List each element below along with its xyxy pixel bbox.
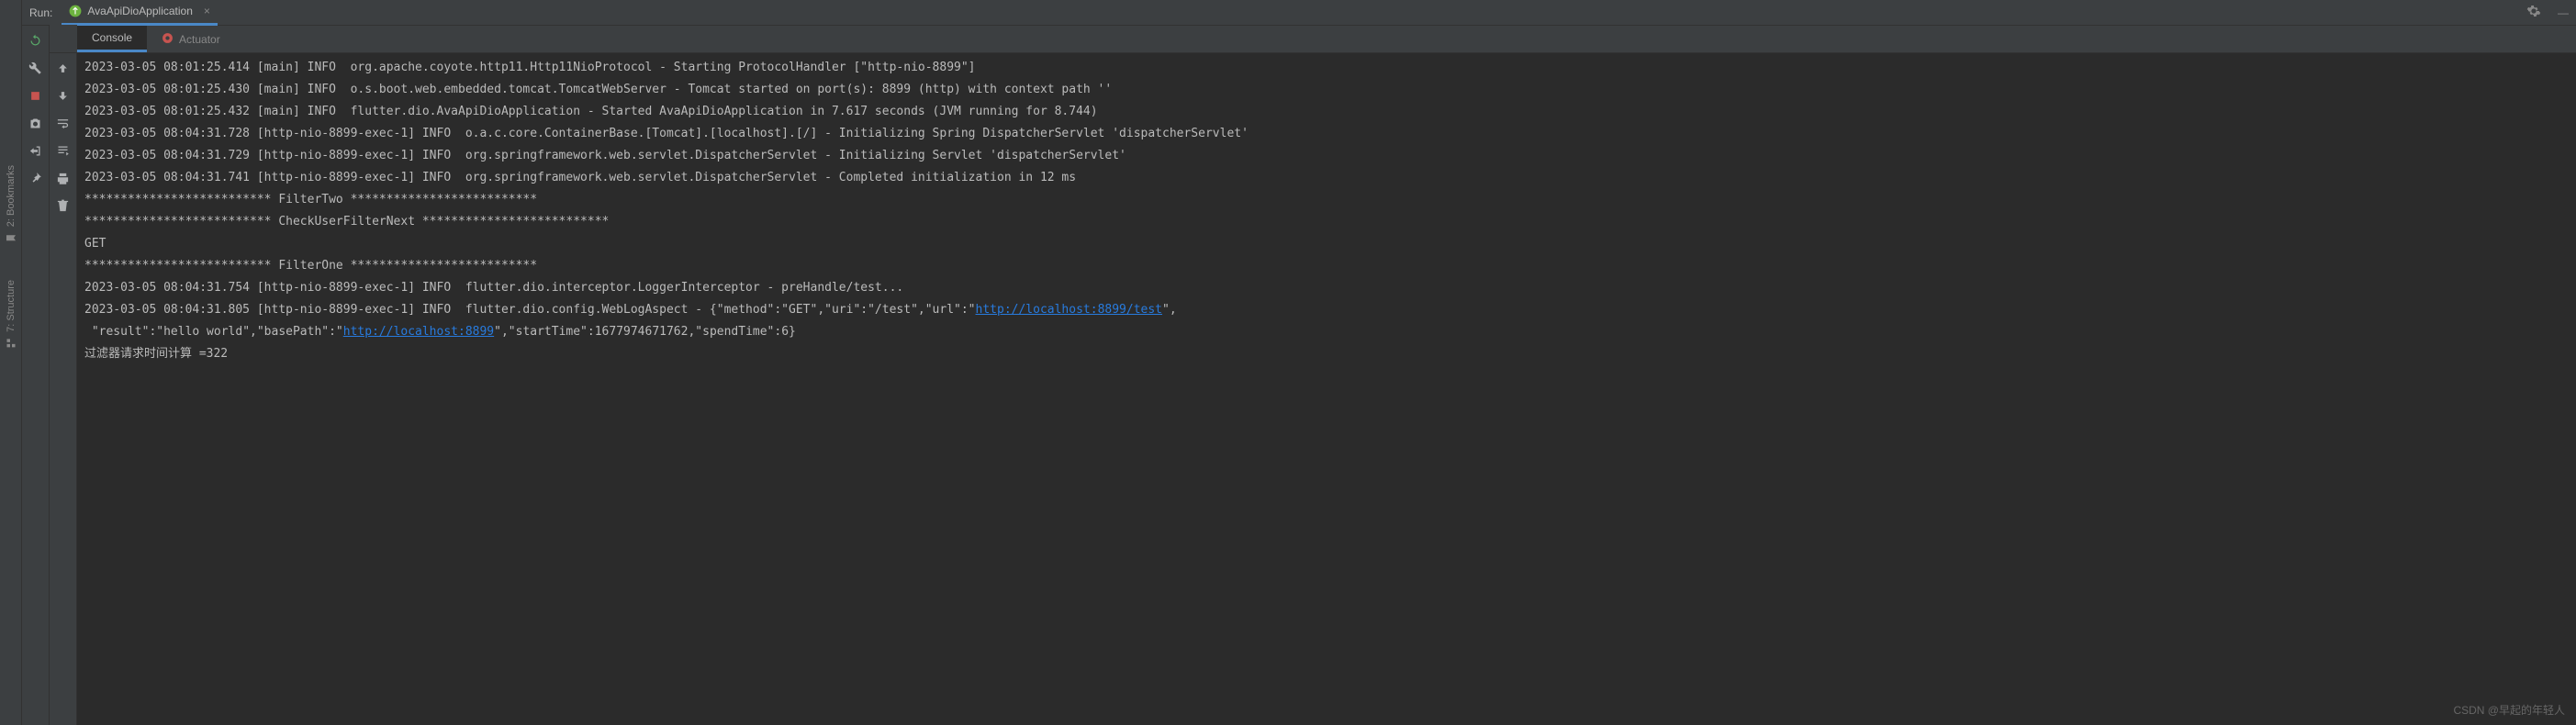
structure-label: 7: Structure [6,280,17,332]
bookmark-icon [6,232,17,243]
clear-icon[interactable] [56,198,71,213]
tab-actuator[interactable]: Actuator [147,27,235,52]
console-line: "result":"hello world","basePath":"http:… [84,321,2569,343]
structure-tool[interactable]: 7: Structure [6,280,17,349]
run-config-tab[interactable]: AvaApiDioApplication × [62,0,218,26]
console-line: GET [84,233,2569,255]
run-tabs: Console Actuator [50,26,2576,53]
tab-console-label: Console [92,31,132,44]
console-toolbar [50,53,77,725]
print-icon[interactable] [56,171,71,185]
wrench-icon[interactable] [28,61,43,75]
stop-icon[interactable] [28,88,43,103]
tab-console[interactable]: Console [77,26,147,52]
run-toolbar [22,26,50,725]
run-label: Run: [29,6,52,19]
gear-icon[interactable] [2526,4,2541,21]
watermark: CSDN @早起的年轻人 [2453,702,2565,718]
up-icon[interactable] [56,61,71,75]
console-line: 2023-03-05 08:04:31.741 [http-nio-8899-e… [84,167,2569,189]
exit-icon[interactable] [28,143,43,158]
config-name: AvaApiDioApplication [87,5,193,17]
console-line: 过滤器请求时间计算 =322 [84,343,2569,365]
run-header: Run: AvaApiDioApplication × — [22,0,2576,26]
console-line: ************************** CheckUserFilt… [84,211,2569,233]
console-line: 2023-03-05 08:04:31.729 [http-nio-8899-e… [84,145,2569,167]
console-line: 2023-03-05 08:04:31.754 [http-nio-8899-e… [84,277,2569,299]
close-icon[interactable]: × [204,5,210,17]
console-line: ************************** FilterTwo ***… [84,189,2569,211]
tab-actuator-label: Actuator [179,33,220,46]
down-icon[interactable] [56,88,71,103]
rerun-icon[interactable] [28,33,43,48]
actuator-icon [162,32,174,47]
structure-icon [6,338,17,349]
console-line: 2023-03-05 08:04:31.805 [http-nio-8899-e… [84,299,2569,321]
console-line: 2023-03-05 08:01:25.430 [main] INFO o.s.… [84,79,2569,101]
console-link[interactable]: http://localhost:8899/test [976,303,1163,317]
camera-icon[interactable] [28,116,43,130]
left-tool-strip: 2: Bookmarks 7: Structure [0,0,22,725]
console-line: 2023-03-05 08:01:25.414 [main] INFO org.… [84,57,2569,79]
pin-icon[interactable] [28,171,43,185]
spring-boot-icon [69,5,82,17]
console-link[interactable]: http://localhost:8899 [343,325,494,339]
scroll-end-icon[interactable] [56,143,71,158]
hide-icon[interactable]: — [2558,6,2569,19]
bookmarks-label: 2: Bookmarks [6,165,17,227]
console-line: 2023-03-05 08:01:25.432 [main] INFO flut… [84,101,2569,123]
console-output[interactable]: 2023-03-05 08:01:25.414 [main] INFO org.… [77,53,2576,725]
soft-wrap-icon[interactable] [56,116,71,130]
console-line: 2023-03-05 08:04:31.728 [http-nio-8899-e… [84,123,2569,145]
console-line: ************************** FilterOne ***… [84,255,2569,277]
bookmarks-tool[interactable]: 2: Bookmarks [6,165,17,243]
